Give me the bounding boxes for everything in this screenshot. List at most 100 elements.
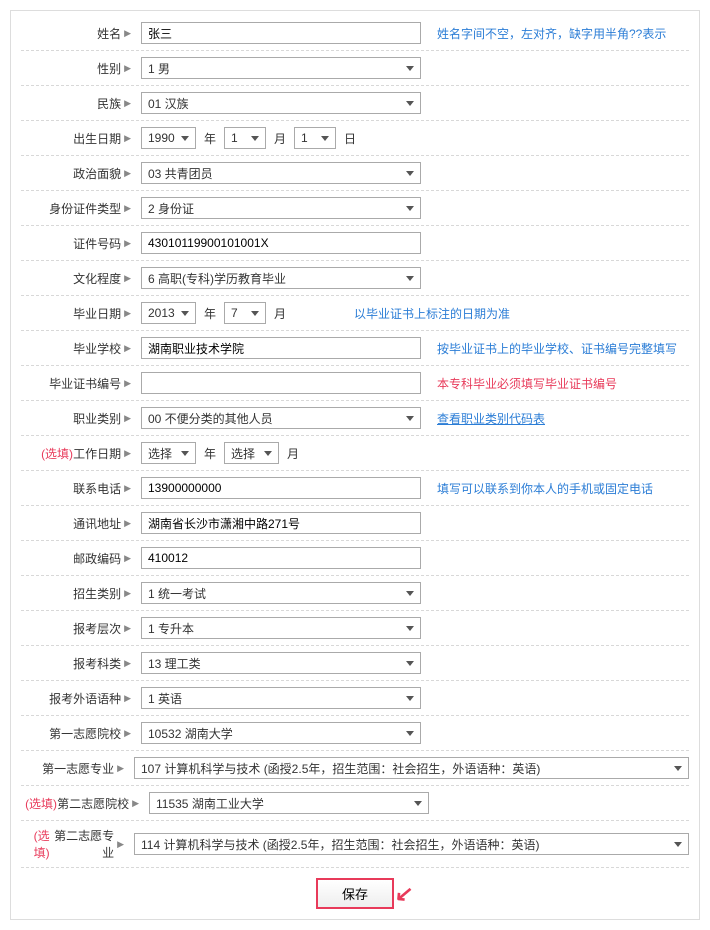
postal-input[interactable] [141, 547, 421, 569]
school1-select[interactable]: 10532 湖南大学 [141, 722, 421, 744]
registration-form: 姓名▶ 姓名字间不空，左对齐，缺字用半角??表示 性别▶ 1 男 民族▶ 01 … [10, 10, 700, 920]
arrow-icon: ▶ [124, 378, 131, 389]
row-jobcat: 职业类别▶ 00 不便分类的其他人员 查看职业类别代码表 [21, 401, 689, 436]
optional-tag: (选填) [21, 827, 50, 861]
row-idtype: 身份证件类型▶ 2 身份证 [21, 191, 689, 226]
chevron-down-icon [406, 416, 414, 421]
label-certnum: 毕业证书编号 [49, 375, 121, 392]
ethnicity-select[interactable]: 01 汉族 [141, 92, 421, 114]
label-graddate: 毕业日期 [73, 305, 121, 322]
arrow-icon: ▶ [124, 133, 131, 144]
month-unit: 月 [274, 305, 286, 322]
chevron-down-icon [251, 136, 259, 141]
address-input[interactable] [141, 512, 421, 534]
row-major1: 第一志愿专业▶ 107 计算机科学与技术 (函授2.5年，招生范围：社会招生，外… [21, 751, 689, 786]
hint-certnum: 本专科毕业必须填写毕业证书编号 [437, 375, 617, 392]
chevron-down-icon [406, 731, 414, 736]
label-phone: 联系电话 [73, 480, 121, 497]
chevron-down-icon [406, 591, 414, 596]
label-birthdate: 出生日期 [73, 130, 121, 147]
admittype-select[interactable]: 1 统一考试 [141, 582, 421, 604]
row-certnum: 毕业证书编号▶ 本专科毕业必须填写毕业证书编号 [21, 366, 689, 401]
chevron-down-icon [674, 766, 682, 771]
chevron-down-icon [181, 311, 189, 316]
level-select[interactable]: 1 专升本 [141, 617, 421, 639]
arrow-icon: ▶ [117, 763, 124, 774]
arrow-icon: ▶ [124, 238, 131, 249]
chevron-down-icon [406, 276, 414, 281]
label-school2: 第二志愿院校 [57, 795, 129, 812]
chevron-down-icon [251, 311, 259, 316]
row-subject: 报考科类▶ 13 理工类 [21, 646, 689, 681]
row-ethnicity: 民族▶ 01 汉族 [21, 86, 689, 121]
pointer-arrow-icon: ↙ [394, 880, 415, 908]
label-jobcat: 职业类别 [73, 410, 121, 427]
arrow-icon: ▶ [124, 98, 131, 109]
row-phone: 联系电话▶ 填写可以联系到你本人的手机或固定电话 [21, 471, 689, 506]
label-gender: 性别 [97, 60, 121, 77]
arrow-icon: ▶ [124, 728, 131, 739]
birth-month-select[interactable]: 1 [224, 127, 266, 149]
label-political: 政治面貌 [73, 165, 121, 182]
row-address: 通讯地址▶ [21, 506, 689, 541]
language-select[interactable]: 1 英语 [141, 687, 421, 709]
arrow-icon: ▶ [124, 203, 131, 214]
work-year-select[interactable]: 选择 [141, 442, 196, 464]
arrow-icon: ▶ [124, 273, 131, 284]
arrow-icon: ▶ [124, 343, 131, 354]
major1-select[interactable]: 107 计算机科学与技术 (函授2.5年，招生范围：社会招生，外语语种：英语) [134, 757, 689, 779]
idtype-select[interactable]: 2 身份证 [141, 197, 421, 219]
row-gender: 性别▶ 1 男 [21, 51, 689, 86]
row-school1: 第一志愿院校▶ 10532 湖南大学 [21, 716, 689, 751]
arrow-icon: ▶ [124, 308, 131, 319]
gender-select[interactable]: 1 男 [141, 57, 421, 79]
label-school1: 第一志愿院校 [49, 725, 121, 742]
arrow-icon: ▶ [124, 413, 131, 424]
chevron-down-icon [321, 136, 329, 141]
birth-day-select[interactable]: 1 [294, 127, 336, 149]
name-input[interactable] [141, 22, 421, 44]
label-workdate: 工作日期 [73, 445, 121, 462]
chevron-down-icon [406, 661, 414, 666]
year-unit: 年 [204, 305, 216, 322]
arrow-icon: ▶ [117, 839, 124, 850]
month-unit: 月 [274, 130, 286, 147]
major2-select[interactable]: 114 计算机科学与技术 (函授2.5年，招生范围：社会招生，外语语种：英语) [134, 833, 689, 855]
row-political: 政治面貌▶ 03 共青团员 [21, 156, 689, 191]
idnum-input[interactable] [141, 232, 421, 254]
hint-graddate: 以毕业证书上标注的日期为准 [354, 305, 510, 322]
year-unit: 年 [204, 445, 216, 462]
optional-tag: (选填) [41, 445, 73, 462]
label-name: 姓名 [97, 25, 121, 42]
row-school2: (选填)第二志愿院校▶ 11535 湖南工业大学 [21, 786, 689, 821]
work-month-select[interactable]: 选择 [224, 442, 279, 464]
hint-name: 姓名字间不空，左对齐，缺字用半角??表示 [437, 25, 666, 42]
arrow-icon: ▶ [124, 448, 131, 459]
political-select[interactable]: 03 共青团员 [141, 162, 421, 184]
arrow-icon: ▶ [124, 63, 131, 74]
chevron-down-icon [406, 171, 414, 176]
education-select[interactable]: 6 高职(专科)学历教育毕业 [141, 267, 421, 289]
subject-select[interactable]: 13 理工类 [141, 652, 421, 674]
chevron-down-icon [181, 451, 189, 456]
birth-year-select[interactable]: 1990 [141, 127, 196, 149]
school-input[interactable] [141, 337, 421, 359]
row-idnum: 证件号码▶ [21, 226, 689, 261]
grad-month-select[interactable]: 7 [224, 302, 266, 324]
arrow-icon: ▶ [124, 658, 131, 669]
phone-input[interactable] [141, 477, 421, 499]
label-admittype: 招生类别 [73, 585, 121, 602]
save-button[interactable]: 保存 [316, 878, 394, 909]
hint-phone: 填写可以联系到你本人的手机或固定电话 [437, 480, 653, 497]
jobcat-select[interactable]: 00 不便分类的其他人员 [141, 407, 421, 429]
label-postal: 邮政编码 [73, 550, 121, 567]
certnum-input[interactable] [141, 372, 421, 394]
month-unit: 月 [287, 445, 299, 462]
grad-year-select[interactable]: 2013 [141, 302, 196, 324]
label-idtype: 身份证件类型 [49, 200, 121, 217]
school2-select[interactable]: 11535 湖南工业大学 [149, 792, 429, 814]
year-unit: 年 [204, 130, 216, 147]
row-education: 文化程度▶ 6 高职(专科)学历教育毕业 [21, 261, 689, 296]
hint-jobcat-link[interactable]: 查看职业类别代码表 [437, 410, 545, 427]
label-education: 文化程度 [73, 270, 121, 287]
